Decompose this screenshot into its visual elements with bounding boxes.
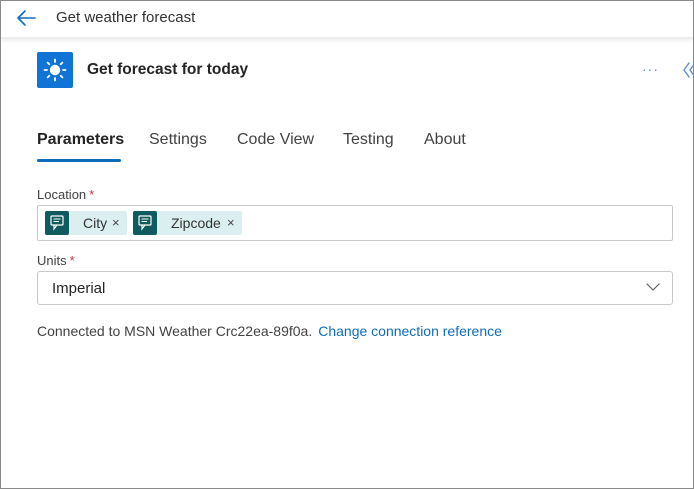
connection-text: Connected to MSN Weather Crc22ea-89f0a. <box>37 323 313 339</box>
dynamic-content-icon <box>133 211 157 235</box>
location-label: Location * <box>37 187 94 202</box>
token-label: Zipcode <box>171 215 221 231</box>
back-button[interactable] <box>15 7 39 29</box>
action-icon-tile <box>37 52 73 88</box>
sun-icon <box>43 58 67 82</box>
location-label-text: Location <box>37 187 87 202</box>
change-connection-link[interactable]: Change connection reference <box>318 323 502 339</box>
active-tab-indicator <box>37 159 121 162</box>
location-input[interactable]: City × Zipcode × <box>37 205 673 241</box>
units-dropdown[interactable]: Imperial <box>37 271 673 305</box>
units-label-text: Units <box>37 253 67 268</box>
double-chevron-left-icon <box>683 62 693 78</box>
chevron-down-icon <box>646 283 660 291</box>
units-label: Units * <box>37 253 75 268</box>
units-selected-value: Imperial <box>52 280 106 297</box>
more-options-button[interactable]: ··· <box>642 59 662 79</box>
tab-parameters[interactable]: Parameters <box>37 131 125 162</box>
remove-token-button[interactable]: × <box>227 215 235 230</box>
tab-settings[interactable]: Settings <box>149 131 207 161</box>
token-city[interactable]: City × <box>45 211 127 235</box>
top-bar: Get weather forecast <box>1 1 693 38</box>
token-zipcode[interactable]: Zipcode × <box>133 211 242 235</box>
action-title[interactable]: Get forecast for today <box>87 61 248 79</box>
token-label: City <box>83 215 108 231</box>
panel-title: Get weather forecast <box>56 9 196 26</box>
dynamic-content-icon <box>45 211 69 235</box>
remove-token-button[interactable]: × <box>112 215 120 230</box>
required-marker: * <box>69 253 75 268</box>
connection-info: Connected to MSN Weather Crc22ea-89f0a. C… <box>37 323 502 339</box>
required-marker: * <box>89 187 95 202</box>
tab-label: Parameters <box>37 131 125 148</box>
tab-about[interactable]: About <box>424 131 466 161</box>
app-window: Get weather forecast Get forecast for to… <box>0 0 694 489</box>
tab-testing[interactable]: Testing <box>343 131 394 161</box>
tab-code-view[interactable]: Code View <box>237 131 314 161</box>
arrow-left-icon <box>17 10 36 26</box>
collapse-panel-button[interactable] <box>681 59 693 81</box>
